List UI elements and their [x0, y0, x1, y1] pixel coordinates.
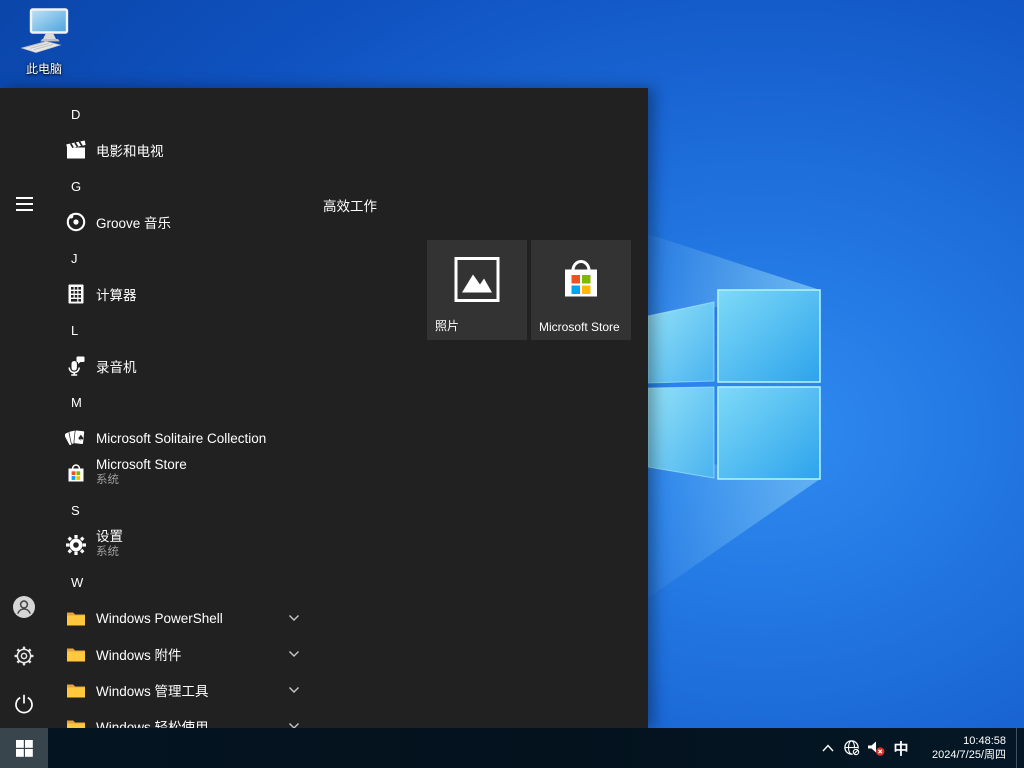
solitaire-icon: ♠ [65, 427, 87, 449]
svg-text:♠: ♠ [77, 434, 84, 443]
taskbar-clock[interactable]: 10:48:58 2024/7/25/周四 [914, 734, 1016, 762]
tray-expand-button[interactable] [816, 728, 840, 768]
letter-header-s[interactable]: S [48, 503, 420, 521]
app-folder-windows-accessories[interactable]: Windows 附件 [48, 642, 420, 666]
tile-photos[interactable]: 照片 [427, 240, 527, 340]
folder-icon [65, 643, 87, 665]
microsoft-store-icon [559, 257, 603, 308]
tile-grid: 照片 Microsoft Store [427, 240, 631, 340]
app-item-settings[interactable]: 设置 系统 [48, 527, 420, 563]
expand-menu-button[interactable] [0, 180, 48, 228]
start-menu: D 电影和电视 G [0, 88, 648, 728]
app-item-voice-recorder[interactable]: 录音机 [48, 354, 420, 378]
show-desktop-button[interactable] [1016, 728, 1024, 768]
tray-network-button[interactable] [840, 728, 864, 768]
tile-label: Microsoft Store [539, 320, 620, 334]
start-menu-rail [0, 88, 48, 728]
desktop-icon-label: 此电脑 [26, 60, 62, 77]
folder-icon [65, 679, 87, 701]
letter-header-j[interactable]: J [48, 251, 420, 269]
tile-group-title: 高效工作 [323, 195, 377, 215]
this-pc-icon [18, 8, 70, 58]
ime-indicator[interactable]: 中 [888, 738, 914, 759]
chevron-down-icon[interactable] [286, 718, 302, 728]
settings-rail-button[interactable] [0, 632, 48, 680]
user-account-button[interactable] [0, 583, 48, 631]
power-icon [13, 693, 35, 715]
hamburger-icon [16, 197, 33, 211]
letter-header-w[interactable]: W [48, 575, 420, 593]
folder-icon [65, 715, 87, 728]
desktop-icon-this-pc[interactable]: 此电脑 [8, 8, 80, 82]
windows-logo-icon [16, 740, 33, 757]
app-item-solitaire[interactable]: ♠ Microsoft Solitaire Collection [48, 426, 420, 450]
photos-icon [454, 257, 500, 308]
start-button[interactable] [0, 728, 48, 768]
microsoft-store-icon [65, 462, 87, 484]
app-folder-windows-powershell[interactable]: Windows PowerShell [48, 606, 420, 630]
app-label: Microsoft Store [96, 456, 187, 473]
screen: 此电脑 [0, 0, 1024, 768]
chevron-up-icon [821, 743, 835, 753]
settings-gear-icon [65, 534, 87, 556]
taskbar: 中 10:48:58 2024/7/25/周四 [0, 728, 1024, 768]
letter-header-l[interactable]: L [48, 323, 420, 341]
volume-muted-icon [867, 740, 886, 757]
voice-recorder-icon [65, 355, 87, 377]
tile-label: 照片 [435, 317, 459, 334]
letter-header-d[interactable]: D [48, 107, 420, 125]
movies-tv-icon [65, 139, 87, 161]
gear-icon [13, 645, 35, 667]
chevron-down-icon[interactable] [286, 682, 302, 698]
system-tray: 中 10:48:58 2024/7/25/周四 [816, 728, 1024, 768]
clock-time: 10:48:58 [914, 734, 1006, 748]
network-globe-no-internet-icon [843, 739, 861, 757]
tray-volume-button[interactable] [864, 728, 888, 768]
app-sublabel: 系统 [96, 473, 187, 488]
power-button[interactable] [0, 680, 48, 728]
user-avatar-icon [12, 595, 36, 619]
app-folder-windows-admin-tools[interactable]: Windows 管理工具 [48, 678, 420, 702]
app-folder-windows-ease-of-access[interactable]: Windows 轻松使用 [48, 714, 420, 728]
clock-date: 2024/7/25/周四 [914, 748, 1006, 762]
app-sublabel: 系统 [96, 545, 123, 560]
tile-microsoft-store[interactable]: Microsoft Store [531, 240, 631, 340]
letter-header-m[interactable]: M [48, 395, 420, 413]
chevron-down-icon[interactable] [286, 646, 302, 662]
groove-music-icon [65, 211, 87, 233]
start-menu-app-list: D 电影和电视 G [48, 88, 420, 728]
app-item-movies-tv[interactable]: 电影和电视 [48, 138, 420, 162]
app-item-calculator[interactable]: 计算器 [48, 282, 420, 306]
app-label: 设置 [96, 528, 123, 545]
app-item-microsoft-store[interactable]: Microsoft Store 系统 [48, 455, 420, 491]
folder-icon [65, 607, 87, 629]
chevron-down-icon[interactable] [286, 610, 302, 626]
calculator-icon [65, 283, 87, 305]
